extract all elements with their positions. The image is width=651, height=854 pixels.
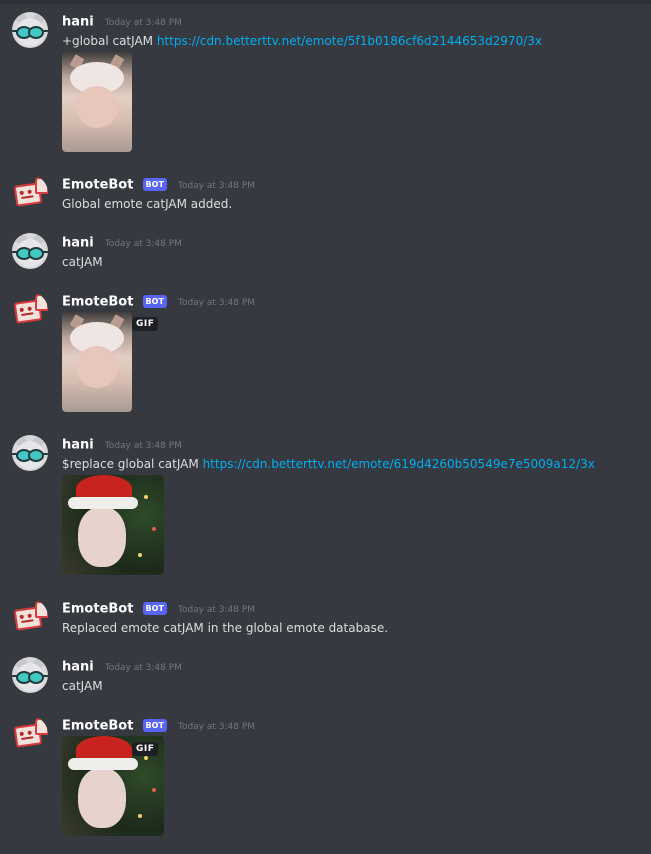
username[interactable]: hani — [62, 660, 94, 675]
gif-badge: GIF — [132, 317, 159, 331]
cat-goggles-avatar[interactable] — [12, 233, 48, 269]
timestamp: Today at 3:48 PM — [178, 604, 256, 615]
message-header: EmoteBot BOT Today at 3:48 PM — [62, 716, 255, 738]
message: hani Today at 3:48 PM catJAM — [0, 233, 651, 273]
username[interactable]: EmoteBot — [62, 719, 133, 734]
emote-link[interactable]: https://cdn.betterttv.net/emote/619d4260… — [203, 457, 595, 471]
message-body: +global catJAM — [62, 34, 157, 48]
bot-badge: BOT — [142, 295, 167, 308]
message: EmoteBot BOT Today at 3:48 PM GIF — [0, 716, 651, 841]
username[interactable]: EmoteBot — [62, 602, 133, 617]
message: EmoteBot BOT Today at 3:48 PM Global emo… — [0, 175, 651, 215]
message-text: catJAM — [62, 255, 103, 269]
message-header: EmoteBot BOT Today at 3:48 PM — [62, 599, 255, 621]
timestamp: Today at 3:48 PM — [104, 17, 182, 28]
message-body: $replace global catJAM — [62, 457, 203, 471]
message-header: hani Today at 3:48 PM — [62, 233, 182, 255]
emotebot-avatar[interactable] — [12, 175, 48, 211]
message-header: EmoteBot BOT Today at 3:48 PM — [62, 175, 255, 197]
username[interactable]: EmoteBot — [62, 178, 133, 193]
catjam-image[interactable] — [62, 52, 132, 152]
timestamp: Today at 3:48 PM — [104, 662, 182, 673]
username[interactable]: hani — [62, 236, 94, 251]
message-text: catJAM — [62, 679, 103, 693]
message: hani Today at 3:48 PM +global catJAM htt… — [0, 12, 651, 162]
emote-link[interactable]: https://cdn.betterttv.net/emote/5f1b0186… — [157, 34, 542, 48]
timestamp: Today at 3:48 PM — [178, 297, 256, 308]
message: EmoteBot BOT Today at 3:48 PM Replaced e… — [0, 599, 651, 639]
timestamp: Today at 3:48 PM — [178, 180, 256, 191]
message: EmoteBot BOT Today at 3:48 PM GIF — [0, 292, 651, 417]
top-bar — [0, 0, 651, 4]
bot-badge: BOT — [142, 178, 167, 191]
message-text: $replace global catJAM https://cdn.bette… — [62, 457, 595, 471]
message-header: hani Today at 3:48 PM — [62, 435, 182, 457]
bot-badge: BOT — [142, 602, 167, 615]
message-header: hani Today at 3:48 PM — [62, 12, 182, 34]
username[interactable]: hani — [62, 438, 94, 453]
cat-goggles-avatar[interactable] — [12, 657, 48, 693]
message-header: hani Today at 3:48 PM — [62, 657, 182, 679]
username[interactable]: hani — [62, 15, 94, 30]
catjam-gif[interactable] — [62, 312, 132, 412]
message-text: Replaced emote catJAM in the global emot… — [62, 621, 389, 635]
santa-catjam-image[interactable] — [62, 475, 164, 575]
cat-goggles-avatar[interactable] — [12, 12, 48, 48]
timestamp: Today at 3:48 PM — [178, 721, 256, 732]
username[interactable]: EmoteBot — [62, 295, 133, 310]
timestamp: Today at 3:48 PM — [104, 238, 182, 249]
message: hani Today at 3:48 PM catJAM — [0, 657, 651, 697]
cat-goggles-avatar[interactable] — [12, 435, 48, 471]
bot-badge: BOT — [142, 719, 167, 732]
emotebot-avatar[interactable] — [12, 292, 48, 328]
message-text: +global catJAM https://cdn.betterttv.net… — [62, 34, 542, 48]
message-header: EmoteBot BOT Today at 3:48 PM — [62, 292, 255, 314]
message: hani Today at 3:48 PM $replace global ca… — [0, 435, 651, 580]
timestamp: Today at 3:48 PM — [104, 440, 182, 451]
message-text: Global emote catJAM added. — [62, 197, 233, 211]
emotebot-avatar[interactable] — [12, 599, 48, 635]
gif-badge: GIF — [132, 742, 159, 756]
emotebot-avatar[interactable] — [12, 716, 48, 752]
